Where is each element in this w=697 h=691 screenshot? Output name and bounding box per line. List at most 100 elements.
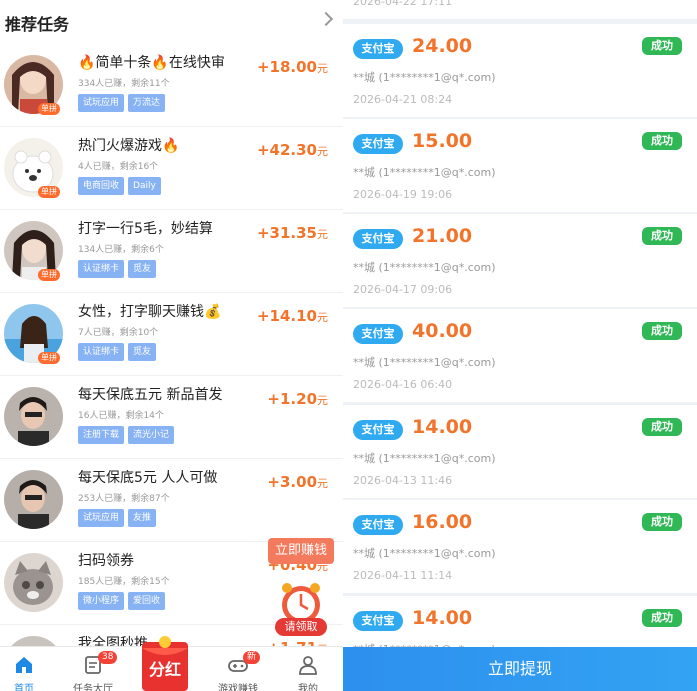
record-account: **城 (1********1@q*.com) [353,166,496,179]
status-badge: 成功 [642,322,682,340]
task-item[interactable]: 每天保底五元 新品首发 16人已赚，剩余14个 注册下载 流光小记 +1.20元 [0,376,343,459]
task-title: 打字一行5毛，妙结算 [78,221,213,237]
task-tag: 试玩应用 [78,509,125,527]
task-reward: +18.00元 [256,58,328,76]
status-badge: 成功 [642,227,682,245]
section-title: 推荐任务 [5,15,70,34]
tab-home[interactable]: 首页 [0,647,54,691]
task-meta: 185人已赚，剩余15个 [78,577,170,587]
task-meta: 7人已赚，剩余10个 [78,328,159,338]
task-item[interactable]: 单拼 热门火爆游戏🔥 4人已赚，剩余16个 电商回收 Daily +42.30元 [0,127,343,210]
record-time: 2026-04-13 11:46 [353,474,453,487]
games-badge: 新 [243,651,261,664]
earn-now-button[interactable]: 立即赚钱 [268,538,334,564]
task-tag: 注册下载 [78,426,125,444]
task-title: 每天保底五元 新品首发 [78,387,223,403]
tab-game-earn[interactable]: 新 游戏赚钱 [208,647,268,691]
withdraw-now-button[interactable]: 立即提现 [343,647,697,691]
task-tag: 认证绑卡 [78,343,125,361]
task-tag: 流光小记 [128,426,175,444]
dividend-button[interactable]: 分红 [140,634,190,691]
task-meta: 16人已赚，剩余14个 [78,411,164,421]
claim-button[interactable]: 请领取 [275,618,327,636]
withdraw-record: 支付宝 14.00 成功 **城 (1********1@q*.com) 202… [343,405,697,498]
record-account: **城 (1********1@q*.com) [353,71,496,84]
task-title: 每天保底5元 人人可做 [78,470,218,486]
task-tag: 觅友 [128,343,157,361]
record-account: **城 (1********1@q*.com) [353,547,496,560]
tab-label: 首页 [14,684,34,691]
tasks-badge: 38 [98,651,118,664]
status-badge: 成功 [642,132,682,150]
alipay-badge: 支付宝 [353,611,403,631]
task-reward: +14.10元 [256,307,328,325]
task-title: 🔥简单十条🔥在线快审 [78,55,225,71]
task-tag: Daily [128,177,161,195]
task-title: 女性，打字聊天赚钱💰 [78,304,222,320]
task-title: 热门火爆游戏🔥 [78,138,180,154]
record-amount: 24.00 [412,35,473,57]
hot-badge: 单拼 [38,352,60,364]
record-time: 2026-04-19 19:06 [353,188,453,201]
task-list-panel: 推荐任务 单拼 🔥简单十条🔥在线快审 334人已赚，剩余11个 试玩应用 万流达 … [0,0,343,691]
withdraw-record: 2026-04-22 17:11 [343,0,697,19]
record-amount: 40.00 [412,320,473,342]
center-label: 分红 [148,660,181,679]
avatar [4,553,63,612]
tab-label: 游戏赚钱 [218,684,258,691]
hot-badge: 单拼 [38,186,60,198]
record-time: 2026-04-11 11:14 [353,569,453,582]
alipay-badge: 支付宝 [353,515,403,535]
record-time: 2026-04-21 08:24 [353,93,453,106]
task-meta: 334人已赚，剩余11个 [78,79,170,89]
task-tag: 爱回收 [128,592,166,610]
alipay-badge: 支付宝 [353,39,403,59]
withdraw-record: 支付宝 40.00 成功 **城 (1********1@q*.com) 202… [343,309,697,402]
tab-mine[interactable]: 我的 [278,647,338,691]
status-badge: 成功 [642,418,682,436]
status-badge: 成功 [642,37,682,55]
record-amount: 16.00 [412,511,473,533]
tab-task-hall[interactable]: 38 任务大厅 [63,647,123,691]
task-item[interactable]: 单拼 女性，打字聊天赚钱💰 7人已赚，剩余10个 认证绑卡 觅友 +14.10元 [0,293,343,376]
user-icon [299,656,317,675]
record-amount: 21.00 [412,225,473,247]
avatar [4,387,63,446]
avatar [4,470,63,529]
task-tag: 觅友 [128,260,157,278]
withdraw-records-panel: 2026-04-22 17:11 支付宝 24.00 成功 **城 (1****… [343,0,697,691]
record-account: **城 (1********1@q*.com) [353,452,496,465]
withdraw-record: 支付宝 24.00 成功 **城 (1********1@q*.com) 202… [343,24,697,117]
hot-badge: 单拼 [38,103,60,115]
record-time: 2026-04-16 06:40 [353,378,453,391]
task-title: 扫码领券 [78,553,134,569]
task-meta: 4人已赚，剩余16个 [78,162,159,172]
alipay-badge: 支付宝 [353,420,403,440]
task-reward: +1.20元 [267,390,328,408]
task-reward: +3.00元 [267,473,328,491]
task-item[interactable]: 每天保底5元 人人可做 253人已赚，剩余87个 试玩应用 友推 +3.00元 [0,459,343,542]
home-icon [16,657,32,673]
tab-label: 我的 [298,684,318,691]
withdraw-record: 支付宝 21.00 成功 **城 (1********1@q*.com) 202… [343,214,697,307]
recommended-header[interactable]: 推荐任务 [0,0,343,44]
task-meta: 253人已赚，剩余87个 [78,494,170,504]
hot-badge: 单拼 [38,269,60,281]
record-amount: 15.00 [412,130,473,152]
record-time: 2026-04-22 17:11 [353,0,453,8]
chevron-right-icon[interactable] [318,11,334,27]
record-amount: 14.00 [412,416,473,438]
alipay-badge: 支付宝 [353,229,403,249]
task-reward: +31.35元 [256,224,328,242]
task-reward: +42.30元 [256,141,328,159]
task-item[interactable]: 单拼 🔥简单十条🔥在线快审 334人已赚，剩余11个 试玩应用 万流达 +18.0… [0,44,343,127]
record-account: **城 (1********1@q*.com) [353,356,496,369]
task-item[interactable]: 单拼 打字一行5毛，妙结算 134人已赚，剩余6个 认证绑卡 觅友 +31.35元 [0,210,343,293]
alipay-badge: 支付宝 [353,134,403,154]
task-tag: 试玩应用 [78,94,125,112]
task-tag: 万流达 [128,94,166,112]
task-tag: 电商回收 [78,177,125,195]
record-amount: 14.00 [412,607,473,629]
withdraw-record: 支付宝 16.00 成功 **城 (1********1@q*.com) 202… [343,500,697,593]
tab-label: 任务大厅 [73,684,113,691]
